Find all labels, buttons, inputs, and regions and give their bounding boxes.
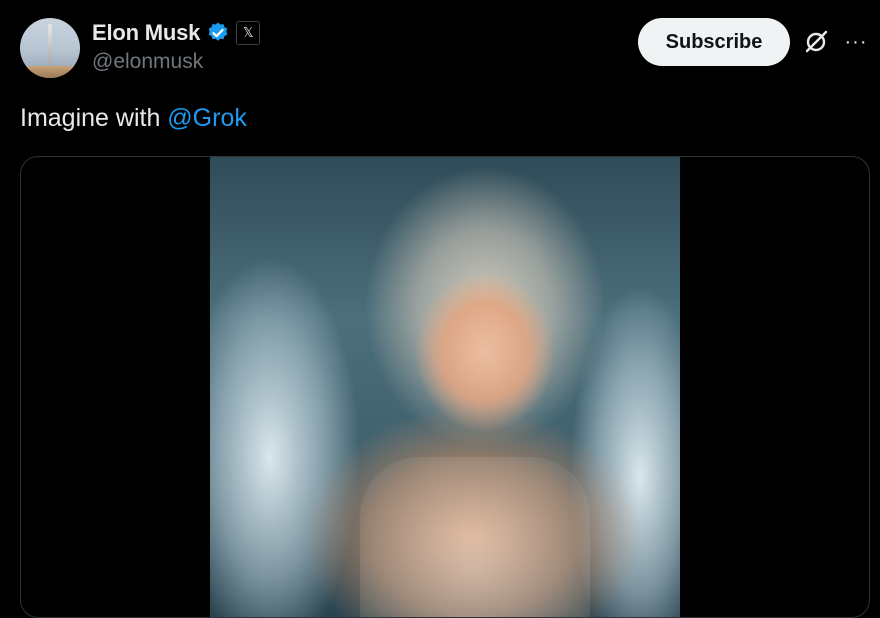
angel-image[interactable] [210, 157, 680, 617]
tweet-text: Imagine with @Grok [20, 104, 247, 133]
mention-link[interactable]: @Grok [167, 104, 247, 132]
author-display-name[interactable]: Elon Musk [92, 20, 200, 46]
avatar-rocket [48, 24, 52, 66]
avatar-ground [20, 66, 80, 78]
author-name-row: Elon Musk 𝕏 [92, 20, 261, 46]
more-button[interactable]: ··· [840, 26, 872, 58]
tweet-text-body: Imagine with [20, 104, 168, 132]
media-card[interactable] [20, 156, 870, 618]
verified-badge-icon[interactable] [206, 21, 230, 45]
author-handle[interactable]: @elonmusk [92, 50, 203, 74]
image-dress-detail [360, 457, 590, 617]
grok-button[interactable] [800, 26, 832, 58]
x-logo-glyph: 𝕏 [242, 25, 254, 40]
more-icon: ··· [844, 30, 868, 53]
x-logo-icon[interactable]: 𝕏 [236, 21, 261, 45]
subscribe-button[interactable]: Subscribe [638, 18, 790, 66]
grok-icon [805, 30, 828, 53]
author-avatar[interactable] [20, 18, 80, 78]
